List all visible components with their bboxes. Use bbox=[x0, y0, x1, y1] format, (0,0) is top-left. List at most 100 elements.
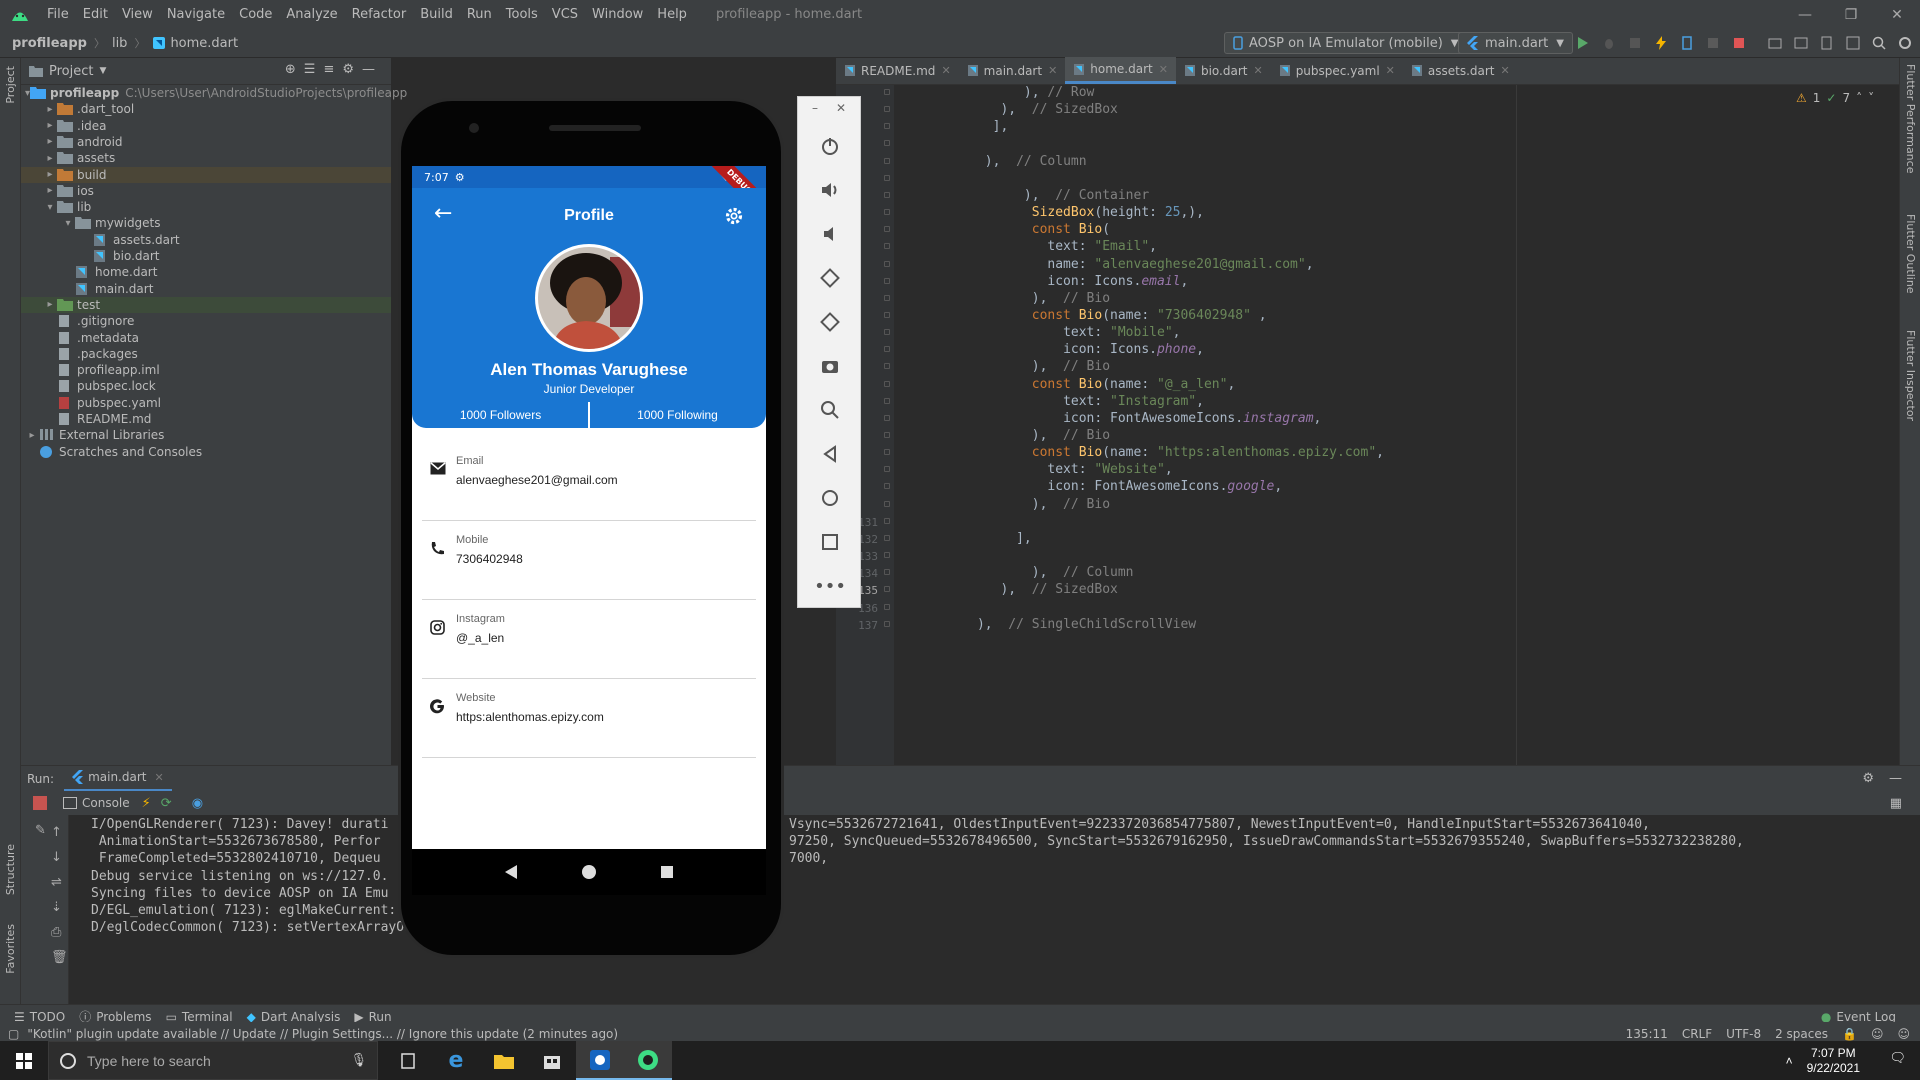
home-icon[interactable] bbox=[815, 483, 845, 513]
device-selector[interactable]: AOSP on IA Emulator (mobile) ▼ bbox=[1224, 32, 1468, 54]
fold-marker[interactable] bbox=[884, 140, 890, 147]
power-icon[interactable] bbox=[815, 131, 845, 161]
coverage-icon[interactable] bbox=[1700, 30, 1726, 56]
tab-pubspec-yaml[interactable]: pubspec.yaml ✕ bbox=[1271, 57, 1403, 84]
tree-item[interactable]: ▾ mywidgets bbox=[21, 215, 391, 231]
android-studio-taskbar-icon[interactable] bbox=[624, 1041, 672, 1080]
notifications-icon[interactable]: ☺ bbox=[1897, 1027, 1910, 1041]
caret-position[interactable]: 135:11 bbox=[1626, 1027, 1668, 1041]
nav-back-icon[interactable] bbox=[504, 864, 518, 880]
fold-marker[interactable] bbox=[884, 517, 890, 524]
hot-reload-icon[interactable]: ⚡ bbox=[142, 796, 151, 811]
menu-item-refactor[interactable]: Refactor bbox=[345, 7, 414, 22]
bio-item-instagram[interactable]: Instagram @_a_len bbox=[412, 600, 766, 679]
hot-reload-icon[interactable] bbox=[1648, 30, 1674, 56]
fold-marker[interactable] bbox=[884, 106, 890, 113]
tree-item[interactable]: bio.dart bbox=[21, 248, 391, 264]
tab-readme-md[interactable]: README.md ✕ bbox=[836, 57, 959, 84]
fold-marker[interactable] bbox=[884, 277, 890, 284]
close-tab-icon[interactable]: ✕ bbox=[1386, 64, 1395, 77]
overview-icon[interactable] bbox=[815, 527, 845, 557]
fold-marker[interactable] bbox=[884, 569, 890, 576]
menu-item-help[interactable]: Help bbox=[650, 7, 694, 22]
menu-item-run[interactable]: Run bbox=[460, 7, 499, 22]
flutter-inspector-tool[interactable]: Flutter Inspector bbox=[1904, 330, 1917, 421]
layout-icon[interactable]: ▦ bbox=[1890, 796, 1902, 811]
zoom-icon[interactable] bbox=[815, 395, 845, 425]
fold-marker[interactable] bbox=[884, 311, 890, 318]
flutter-app-icon[interactable] bbox=[576, 1041, 624, 1080]
fold-marker[interactable] bbox=[884, 209, 890, 216]
run-icon[interactable] bbox=[1570, 30, 1596, 56]
locate-file-icon[interactable]: ⊕ bbox=[285, 62, 296, 77]
close-tab-icon[interactable]: ✕ bbox=[154, 771, 163, 784]
fold-marker[interactable] bbox=[884, 380, 890, 387]
menu-item-analyze[interactable]: Analyze bbox=[279, 7, 344, 22]
attach-debugger-icon[interactable] bbox=[1674, 30, 1700, 56]
minimize-icon[interactable]: — bbox=[1782, 0, 1828, 29]
fold-marker[interactable] bbox=[884, 226, 890, 233]
edge-browser-icon[interactable]: e bbox=[432, 1041, 480, 1080]
sdk-manager-icon[interactable] bbox=[1788, 30, 1814, 56]
back-icon[interactable] bbox=[815, 439, 845, 469]
chevron-down-icon[interactable]: ▾ bbox=[43, 202, 57, 213]
clock[interactable]: 7:07 PM 9/22/2021 bbox=[1807, 1046, 1860, 1076]
tab-bio-dart[interactable]: bio.dart ✕ bbox=[1176, 57, 1271, 84]
breadcrumb-lib[interactable]: lib bbox=[108, 36, 131, 51]
devtools-icon[interactable]: ◉ bbox=[192, 796, 203, 811]
taskbar-search-box[interactable]: Type here to search 🎙 bbox=[48, 1041, 378, 1080]
fold-marker[interactable] bbox=[884, 363, 890, 370]
avd-manager-icon[interactable] bbox=[1762, 30, 1788, 56]
fold-marker[interactable] bbox=[884, 243, 890, 250]
volume-down-icon[interactable] bbox=[815, 219, 845, 249]
menu-item-window[interactable]: Window bbox=[585, 7, 650, 22]
structure-tool-button[interactable]: Structure bbox=[4, 844, 17, 895]
device-manager-icon[interactable] bbox=[1814, 30, 1840, 56]
chevron-right-icon[interactable]: ▸ bbox=[43, 136, 57, 147]
chevron-right-icon[interactable]: ▸ bbox=[43, 153, 57, 164]
phone-screen[interactable]: 7:07 ⚙ DEBUG ← Profile Alen Thomas Varug… bbox=[412, 166, 766, 849]
back-arrow-icon[interactable]: ← bbox=[434, 202, 452, 226]
fold-marker[interactable] bbox=[884, 466, 890, 473]
chevron-right-icon[interactable]: ▸ bbox=[43, 185, 57, 196]
followers-count[interactable]: 1000 Followers bbox=[412, 402, 589, 428]
flutter-performance-tool[interactable]: Flutter Performance bbox=[1904, 64, 1917, 173]
close-tab-icon[interactable]: ✕ bbox=[1159, 63, 1168, 76]
nav-home-icon[interactable] bbox=[581, 864, 597, 880]
restore-icon[interactable]: ❐ bbox=[1828, 0, 1874, 29]
fold-marker[interactable] bbox=[884, 294, 890, 301]
fold-marker[interactable] bbox=[884, 603, 890, 610]
menu-item-edit[interactable]: Edit bbox=[76, 7, 115, 22]
menu-item-navigate[interactable]: Navigate bbox=[160, 7, 232, 22]
fold-marker[interactable] bbox=[884, 552, 890, 559]
code-area[interactable]: ), // Row ), // SizedBox ], ), // Column… bbox=[930, 85, 1920, 765]
fold-marker[interactable] bbox=[884, 191, 890, 198]
soft-wrap-icon[interactable]: ⇌ bbox=[51, 875, 62, 890]
fold-marker[interactable] bbox=[884, 346, 890, 353]
tree-item[interactable]: ▾ profileapp C:\Users\User\AndroidStudioPr… bbox=[21, 85, 407, 101]
console-tab[interactable]: Console bbox=[63, 796, 130, 810]
tab-assets-dart[interactable]: assets.dart ✕ bbox=[1403, 57, 1518, 84]
nav-recents-icon[interactable] bbox=[660, 865, 674, 879]
search-icon[interactable] bbox=[1866, 30, 1892, 56]
fold-marker[interactable] bbox=[884, 534, 890, 541]
status-message[interactable]: "Kotlin" plugin update available // Upda… bbox=[27, 1027, 618, 1041]
task-view-icon[interactable] bbox=[384, 1041, 432, 1080]
tree-item[interactable]: ▸ External Libraries bbox=[21, 427, 391, 443]
tree-item[interactable]: .metadata bbox=[21, 330, 391, 346]
file-explorer-icon[interactable] bbox=[480, 1041, 528, 1080]
chevron-up-icon[interactable]: ˄ bbox=[1786, 1054, 1793, 1068]
bio-item-email[interactable]: Email alenvaeghese201@gmail.com bbox=[412, 442, 766, 521]
chevron-right-icon[interactable]: ▸ bbox=[43, 104, 57, 115]
tree-item[interactable]: ▸ build bbox=[21, 166, 391, 183]
console-output[interactable]: I/OpenGLRenderer( 7123): Davey! durati A… bbox=[69, 815, 1920, 1004]
close-icon[interactable]: ✕ bbox=[1874, 0, 1920, 29]
chevron-down-icon[interactable]: ▼ bbox=[99, 66, 106, 76]
tree-item[interactable]: .packages bbox=[21, 346, 391, 362]
tree-item[interactable]: .gitignore bbox=[21, 313, 391, 329]
inspector-icon[interactable]: ☺ bbox=[1871, 1027, 1884, 1041]
chevron-right-icon[interactable]: ▸ bbox=[43, 299, 57, 310]
tree-item[interactable]: ▸ .idea bbox=[21, 118, 391, 134]
fold-marker[interactable] bbox=[884, 157, 890, 164]
menu-item-vcs[interactable]: VCS bbox=[545, 7, 585, 22]
